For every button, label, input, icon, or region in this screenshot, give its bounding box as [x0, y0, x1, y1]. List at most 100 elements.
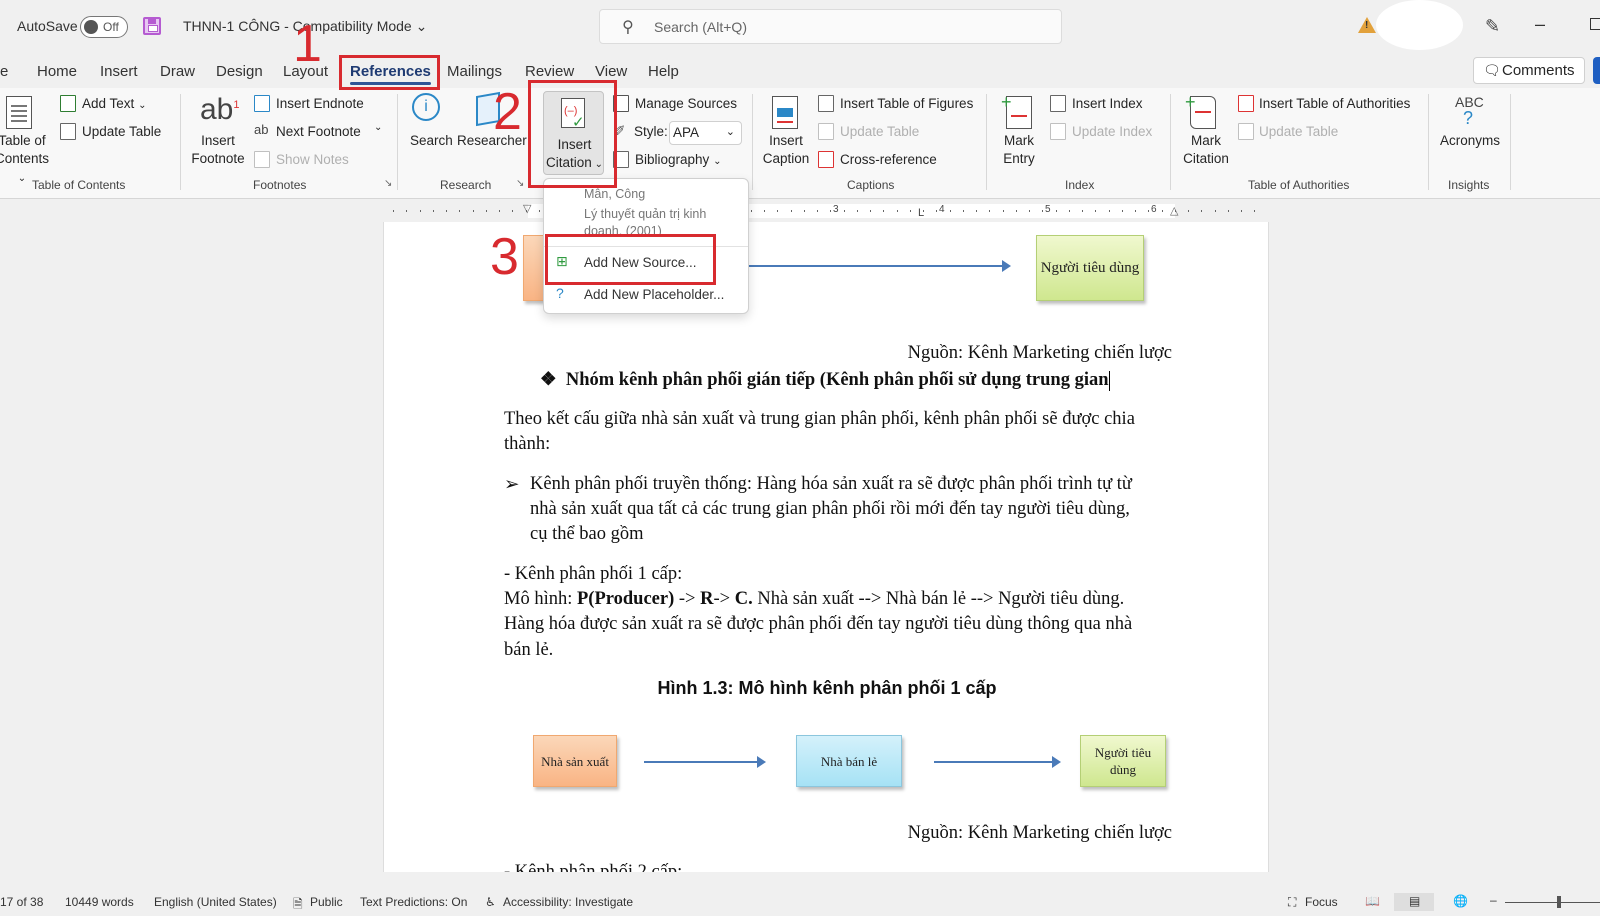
insert-footnote-label-1: Insert: [201, 133, 235, 148]
tab-view[interactable]: View: [595, 63, 627, 80]
source-caption: Nguồn: Kênh Marketing chiến lược: [907, 343, 1172, 363]
avatar[interactable]: [1376, 0, 1463, 50]
next-footnote-dropdown[interactable]: ⌄: [374, 122, 382, 133]
sensitivity-label[interactable]: Public: [310, 895, 343, 909]
add-new-placeholder-item[interactable]: ? Add New Placeholder...: [544, 281, 748, 309]
focus-button[interactable]: Focus: [1305, 895, 1338, 909]
next-footnote-button[interactable]: Next Footnote: [276, 124, 361, 139]
tab-draw[interactable]: Draw: [160, 63, 195, 80]
autosave-toggle[interactable]: Off: [80, 16, 128, 38]
manage-sources-button[interactable]: Manage Sources: [635, 96, 737, 111]
first-line-indent-marker[interactable]: ▽: [523, 202, 531, 215]
search-input[interactable]: ⚲ Search (Alt+Q): [599, 9, 1062, 44]
dialog-launcher-icon[interactable]: ↘: [516, 178, 524, 189]
search-research-button[interactable]: Search: [410, 132, 453, 150]
mark-entry-icon: +: [1001, 93, 1032, 129]
insert-table-of-authorities-button[interactable]: Insert Table of Authorities: [1259, 96, 1410, 111]
diagram-arrow: [934, 756, 1061, 768]
ribbon-tabs: e Home Insert Draw Design Layout Referen…: [0, 56, 1600, 88]
update-table-captions-button[interactable]: Update Table: [840, 124, 919, 139]
zoom-out-button[interactable]: –: [1490, 893, 1497, 907]
zoom-slider[interactable]: [1505, 902, 1600, 903]
model-description: Nhà sản xuất --> Nhà bán lẻ --> Người ti…: [752, 589, 1125, 609]
source-author[interactable]: Mân, Công: [584, 187, 645, 201]
ruler-number: 5: [1045, 204, 1051, 215]
update-table-button[interactable]: Update Table: [82, 124, 161, 139]
ruler-tick: [1254, 210, 1256, 212]
citation-style-value: APA: [673, 125, 700, 140]
cross-reference-button[interactable]: Cross-reference: [840, 152, 937, 167]
insert-table-of-figures-button[interactable]: Insert Table of Figures: [840, 96, 973, 111]
ruler-tick: [1214, 210, 1216, 212]
zoom-slider-thumb[interactable]: [1557, 896, 1562, 908]
language[interactable]: English (United States): [154, 895, 277, 909]
text-predictions[interactable]: Text Predictions: On: [360, 895, 467, 909]
insert-index-button[interactable]: Insert Index: [1072, 96, 1143, 111]
group-separator: [1510, 94, 1511, 190]
ruler-number: 6: [1151, 204, 1157, 215]
insert-footnote-icon: ab1: [200, 93, 240, 126]
group-label-insights: Insights: [1448, 178, 1490, 192]
accessibility-status[interactable]: Accessibility: Investigate: [503, 895, 633, 909]
acronyms-button[interactable]: Acronyms: [1440, 132, 1500, 150]
print-layout-button[interactable]: ▤: [1394, 893, 1434, 911]
insert-table-of-figures-icon: [818, 95, 834, 112]
horizontal-ruler[interactable]: 3 4 5 6 L ▽ △: [383, 202, 1266, 220]
share-button[interactable]: [1593, 57, 1600, 84]
page-count[interactable]: 17 of 38: [0, 895, 43, 909]
mark-entry-button[interactable]: Mark Entry: [995, 132, 1043, 168]
tab-home[interactable]: Home: [37, 63, 77, 80]
document-page[interactable]: Người tiêu dùng Nguồn: Kênh Marketing ch…: [383, 222, 1269, 872]
tab-mailings[interactable]: Mailings: [447, 63, 502, 80]
tab-review[interactable]: Review: [525, 63, 574, 80]
word-count[interactable]: 10449 words: [65, 895, 134, 909]
show-notes-button[interactable]: Show Notes: [276, 152, 349, 167]
insert-caption-button[interactable]: Insert Caption: [760, 132, 812, 168]
paragraph-line: Theo kết cấu giữa nhà sản xuất và trung …: [504, 409, 1135, 429]
ruler-tick: [512, 210, 514, 212]
next-footnote-icon: ab: [254, 122, 269, 137]
source-title[interactable]: Lý thuyết quản trị kinh: [584, 207, 706, 221]
minimize-button[interactable]: –: [1535, 14, 1545, 35]
add-text-label: Add Text: [82, 96, 135, 111]
insert-caption-label-2: Caption: [762, 151, 810, 166]
read-mode-button[interactable]: 📖: [1352, 893, 1392, 911]
web-layout-button[interactable]: 🌐: [1440, 893, 1480, 911]
model-prefix: Mô hình:: [504, 589, 577, 609]
update-index-button[interactable]: Update Index: [1072, 124, 1152, 139]
maximize-button[interactable]: [1590, 18, 1600, 30]
chevron-down-icon: ⌄: [725, 126, 735, 138]
designer-pen-icon[interactable]: ✎: [1485, 16, 1500, 37]
ruler-tick: [1241, 210, 1242, 212]
ruler-tick: [883, 210, 885, 212]
tab-help[interactable]: Help: [648, 63, 679, 80]
mark-citation-button[interactable]: Mark Citation: [1180, 132, 1232, 168]
citation-style-select[interactable]: APA ⌄: [669, 121, 742, 145]
save-icon[interactable]: [143, 17, 161, 35]
tab-insert[interactable]: Insert: [100, 63, 138, 80]
chevron-down-icon: ⌄: [138, 100, 147, 111]
mark-citation-label-2: Citation: [1183, 151, 1229, 166]
title-bar: AutoSave Off THNN-1 CÔNG - Compatibility…: [0, 0, 1600, 52]
insert-caption-label-1: Insert: [769, 133, 803, 148]
tab-file[interactable]: e: [0, 63, 8, 80]
insert-footnote-button[interactable]: Insert Footnote: [187, 132, 249, 168]
warning-icon[interactable]: !: [1358, 17, 1376, 33]
dialog-launcher-icon[interactable]: ↘: [384, 178, 392, 189]
ruler-tick: [750, 210, 752, 212]
tab-stop-marker[interactable]: L: [918, 207, 924, 219]
focus-icon: ⛶: [1288, 895, 1297, 909]
ruler-tick: [962, 210, 964, 212]
group-separator: [397, 94, 398, 190]
tab-design[interactable]: Design: [216, 63, 263, 80]
ruler-tick: [830, 210, 832, 212]
bibliography-button[interactable]: Bibliography ⌄: [635, 152, 721, 167]
add-text-button[interactable]: Add Text ⌄: [82, 96, 146, 111]
group-label-index: Index: [1065, 178, 1095, 192]
group-separator: [180, 94, 181, 190]
section-heading: ❖ Nhóm kênh phân phối gián tiếp (Kênh ph…: [540, 369, 1110, 391]
comments-button[interactable]: 🗨 Comments: [1473, 57, 1585, 84]
update-table-authorities-button[interactable]: Update Table: [1259, 124, 1338, 139]
comment-icon: 🗨: [1483, 62, 1501, 78]
insert-endnote-button[interactable]: Insert Endnote: [276, 96, 364, 111]
